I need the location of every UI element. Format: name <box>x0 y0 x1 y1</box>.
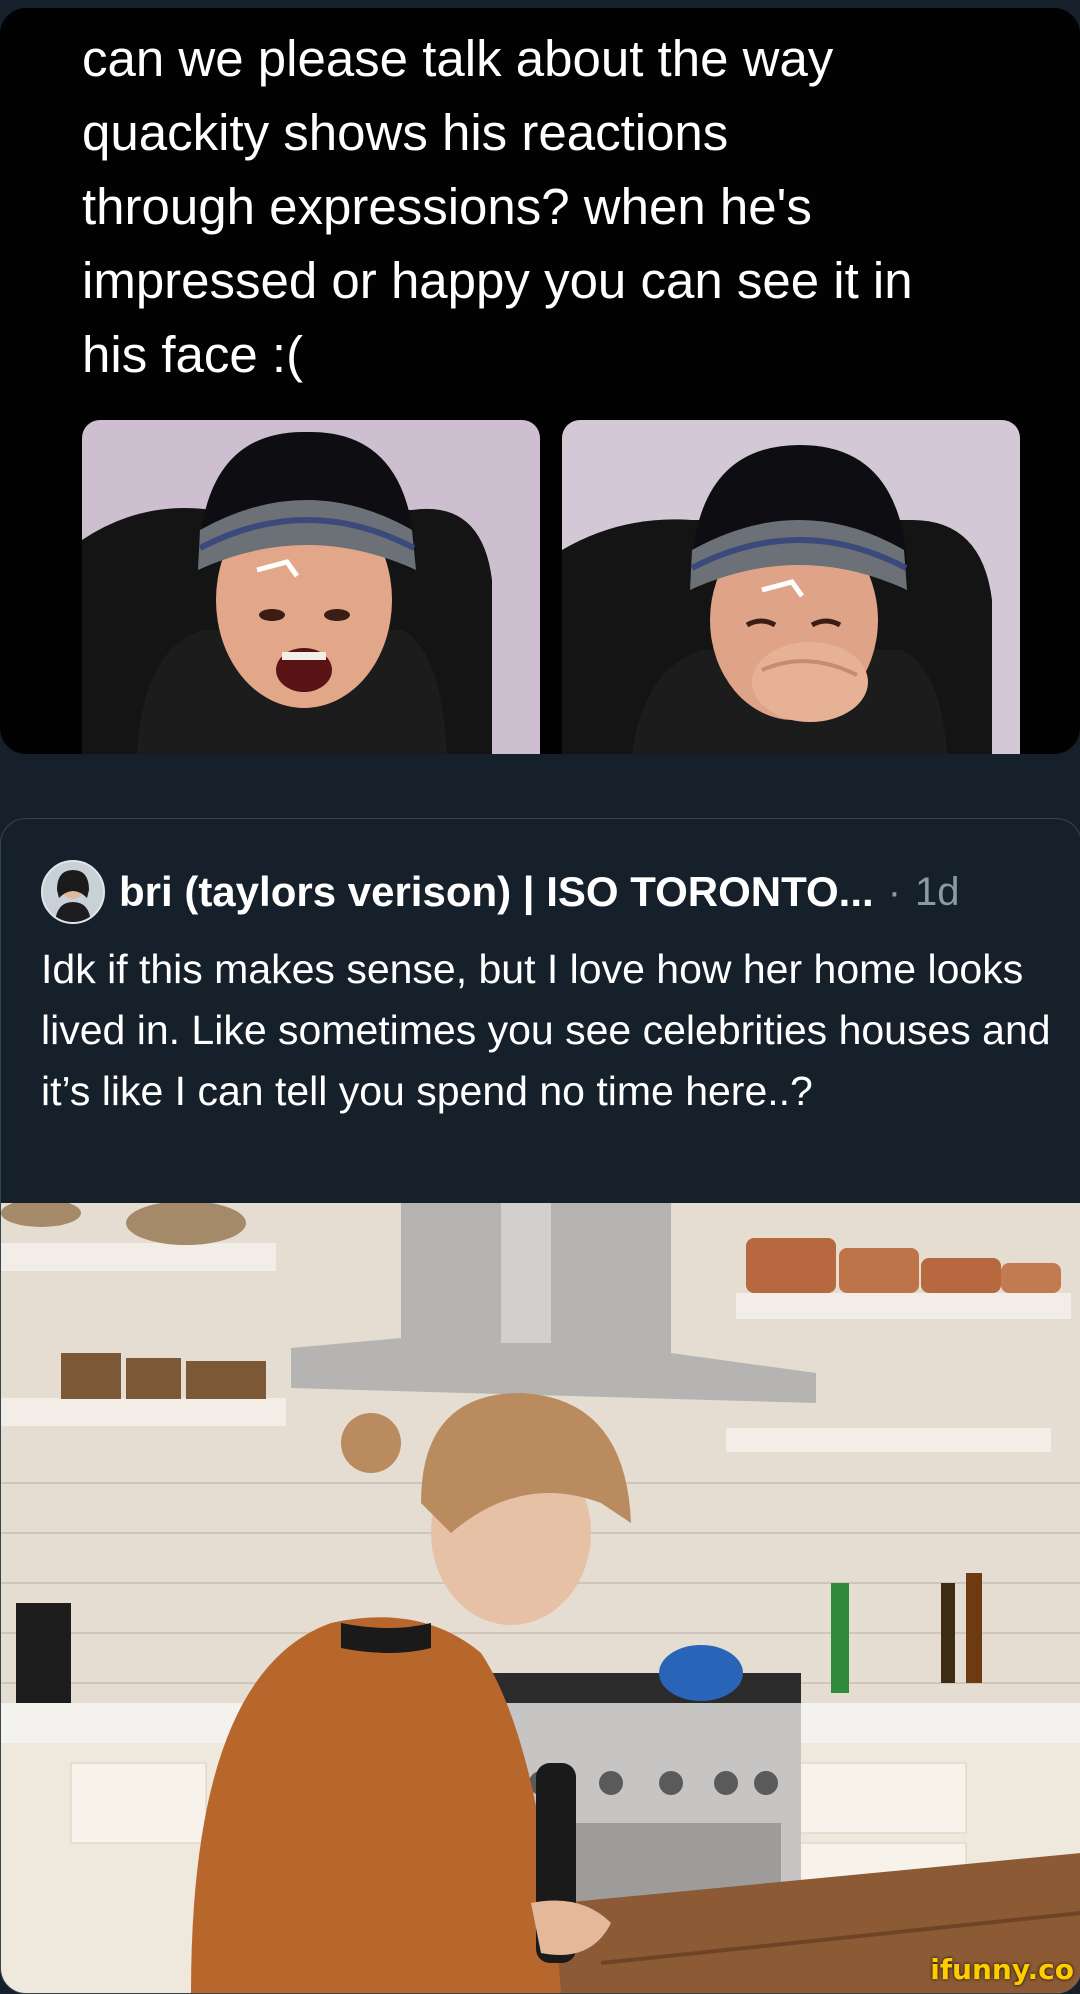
tweet-card[interactable]: bri (taylors verison) | ISO TORONTO... ·… <box>0 818 1080 1994</box>
tweet-timestamp[interactable]: 1d <box>915 870 960 915</box>
avatar[interactable] <box>41 860 105 924</box>
kitchen-photo[interactable] <box>1 1199 1080 1993</box>
author-name[interactable]: bri (taylors verison) | ISO TORONTO... <box>119 868 874 916</box>
tweet-header: bri (taylors verison) | ISO TORONTO... ·… <box>41 860 960 924</box>
ifunny-watermark: ifunny.co <box>930 1953 1074 1986</box>
quote-tweet-card[interactable]: can we please talk about the way quackit… <box>0 8 1080 754</box>
quote-tweet-text: can we please talk about the way quackit… <box>82 30 913 383</box>
tweet-text: Idk if this makes sense, but I love how … <box>41 946 1051 1114</box>
reaction-image-laughing[interactable] <box>82 420 540 754</box>
separator-dot: · <box>887 869 902 914</box>
reaction-image-covering-mouth[interactable] <box>562 420 1020 754</box>
